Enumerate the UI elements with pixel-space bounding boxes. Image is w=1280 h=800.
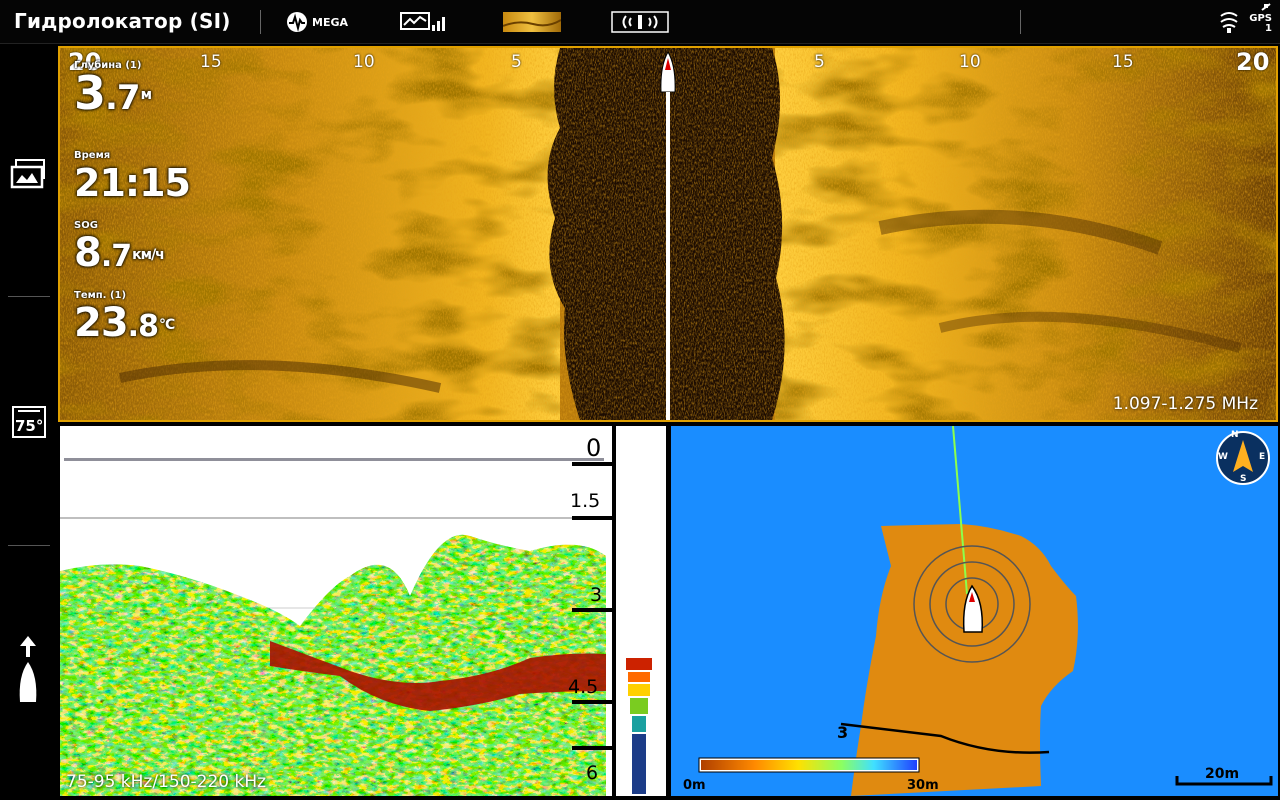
si-range-right-20: 20 (1236, 48, 1270, 76)
left-rail: 75° (0, 44, 58, 800)
si-range-right-10: 10 (959, 52, 981, 72)
water-temp-button[interactable]: 75° (12, 406, 46, 438)
separator (1020, 10, 1021, 34)
map-signal-icon (400, 12, 445, 31)
si-range-right-5: 5 (814, 52, 825, 72)
sonar-depth-3: 3 (590, 584, 603, 606)
temp-value: 23.8°C (74, 300, 175, 346)
time-readout[interactable]: Время 21:15 (74, 150, 191, 205)
mega-icon (287, 12, 307, 32)
compass-s: S (1240, 474, 1247, 484)
transducer-icon (611, 11, 669, 33)
time-label: Время (74, 150, 111, 161)
depth-value: 3.7м (74, 66, 152, 120)
chart-overlay-button[interactable] (400, 10, 450, 34)
temp-readout[interactable]: Темп. (1) 23.8°C (74, 290, 175, 349)
rail-divider (8, 545, 50, 546)
boat-position-icon[interactable] (16, 636, 40, 706)
side-imaging-view-button[interactable] (503, 10, 561, 34)
side-imaging-thumbnail-icon (503, 12, 561, 32)
sonar-frequency: 75-95 kHz/150-220 kHz (66, 772, 267, 792)
contour-label: 3 (837, 723, 849, 742)
chart-image (698, 426, 1273, 796)
top-status-bar: Гидролокатор (SI) MEGA GPS 1 (0, 0, 1280, 44)
legend-min: 0m (683, 778, 706, 793)
depth-readout[interactable]: Глубина (1) 3.7м (74, 60, 152, 120)
sonar-depth-1-5: 1.5 (570, 490, 601, 512)
si-range-left-10: 10 (353, 52, 375, 72)
si-frequency: 1.097-1.275 MHz (1112, 394, 1258, 414)
separator (260, 10, 261, 34)
gps-status: GPS 1 (1249, 3, 1272, 34)
sonar-status-icon (1220, 12, 1238, 33)
sonar-depth-0: 0 (586, 434, 602, 462)
compass-e: E (1259, 452, 1266, 462)
side-imaging-panel[interactable]: 20 15 10 5 5 10 15 20 Глубина (1) 3.7м В… (58, 46, 1278, 422)
sonar-2d-panel[interactable]: 0 1.5 3 4.5 6 75-95 kHz/150-220 kHz (60, 426, 666, 796)
view-title[interactable]: Гидролокатор (SI) (14, 9, 231, 33)
sonar-depth-6: 6 (586, 762, 599, 784)
sonar-depth-4-5: 4.5 (568, 676, 599, 698)
sog-readout[interactable]: SOG 8.7км/ч (74, 220, 165, 279)
sog-value: 8.7км/ч (74, 230, 165, 276)
si-range-left-5: 5 (511, 52, 522, 72)
mega-label: MEGA (312, 15, 349, 29)
satellite-icon (1261, 3, 1271, 11)
si-range-left-15: 15 (200, 52, 222, 72)
mega-sonar-button[interactable]: MEGA (286, 10, 348, 34)
temp-bar (18, 410, 40, 412)
compass-w: W (1218, 452, 1228, 462)
transducer-button[interactable] (611, 10, 669, 34)
views-icon[interactable] (10, 159, 48, 189)
app-window: Гидролокатор (SI) MEGA GPS 1 75° 20 15 1… (0, 0, 1280, 800)
sonar-status-icon-wrapper (1218, 10, 1240, 34)
compass-n: N (1231, 430, 1239, 440)
rail-divider (8, 296, 50, 297)
boat-track-line (666, 92, 670, 420)
gps-count: 1 (1265, 23, 1272, 34)
chart-panel[interactable]: 3 N E S W 0m 30m 20m (671, 426, 1278, 796)
boat-heading-icon (660, 52, 676, 93)
temp-badge-label: 75° (15, 417, 44, 435)
time-value: 21:15 (74, 161, 191, 205)
sonar-history-image (60, 426, 666, 796)
si-range-right-15: 15 (1112, 52, 1134, 72)
legend-max: 30m (907, 778, 939, 793)
map-scale-label: 20m (1205, 766, 1240, 782)
